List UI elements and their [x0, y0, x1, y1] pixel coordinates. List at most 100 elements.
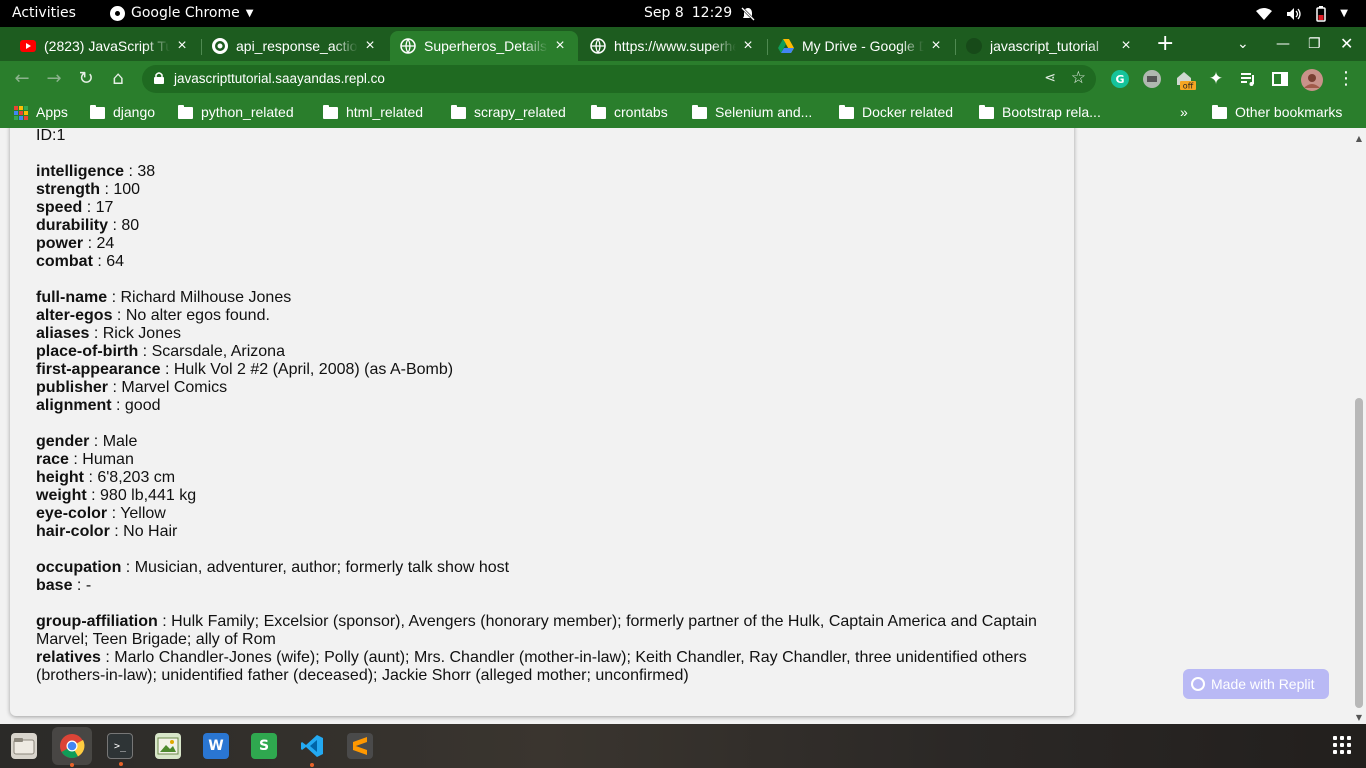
tab-javascript-tutorial[interactable]: javascript_tutorial × — [956, 31, 1144, 61]
home-icon[interactable]: ⌂ — [106, 67, 130, 91]
field-value: No Hair — [123, 523, 178, 540]
grammarly-icon[interactable]: G — [1110, 69, 1130, 89]
hero-id: ID:1 — [36, 128, 66, 144]
close-icon[interactable]: × — [174, 37, 190, 55]
close-icon[interactable]: × — [928, 37, 944, 55]
address-bar[interactable]: javascripttutorial.saayandas.repl.co ⋖ ☆ — [142, 65, 1096, 93]
bookmark-folder-docker-related[interactable]: Docker related — [839, 97, 953, 128]
bookmark-folder-html-related[interactable]: html_related — [323, 97, 423, 128]
field-relatives: relatives : Marlo Chandler-Jones (wife);… — [36, 649, 1056, 685]
bookmark-label: Selenium and... — [715, 104, 813, 120]
tab-title: https://www.superheroapi.com — [614, 38, 736, 54]
side-panel-icon[interactable] — [1270, 69, 1290, 89]
close-window-icon[interactable]: ✕ — [1340, 31, 1353, 57]
chrome-icon — [110, 6, 125, 21]
field-key: hair-color — [36, 523, 110, 540]
scroll-up-arrow-icon[interactable]: ▲ — [1352, 134, 1366, 143]
lock-icon[interactable] — [154, 72, 164, 84]
svg-text:off: off — [1183, 82, 1194, 91]
field-value: Richard Milhouse Jones — [120, 289, 292, 306]
spreadsheet-icon[interactable]: S — [251, 733, 277, 759]
bookmark-label: Bootstrap rela... — [1002, 104, 1101, 120]
bookmark-folder-bootstrap[interactable]: Bootstrap rela... — [979, 97, 1101, 128]
tab-google-drive[interactable]: My Drive - Google Drive × — [768, 31, 954, 61]
sublime-icon[interactable] — [347, 733, 373, 759]
clock[interactable]: Sep 8 12:29 — [644, 0, 756, 27]
close-icon[interactable]: × — [552, 37, 568, 55]
tab-superheros-details[interactable]: Superheros_Details × — [390, 31, 578, 61]
app-menu[interactable]: Google Chrome ▼ — [110, 0, 253, 27]
terminal-icon[interactable]: >_ — [107, 733, 133, 766]
tab-search-chevron-icon[interactable]: ⌄ — [1237, 31, 1249, 57]
field-separator: : — [72, 577, 86, 594]
tab-superheroapi[interactable]: https://www.superheroapi.com × — [580, 31, 766, 61]
system-tray[interactable]: ▼ — [1256, 0, 1348, 27]
clock-date: Sep 8 — [644, 5, 684, 21]
tab-api-response[interactable]: api_response_actions × — [202, 31, 388, 61]
bookmark-apps[interactable]: Apps — [14, 97, 68, 128]
field-value: Male — [102, 433, 138, 450]
activities-button[interactable]: Activities — [12, 0, 76, 27]
drive-icon — [778, 38, 794, 54]
field-key: full-name — [36, 289, 108, 306]
page-scrollbar[interactable]: ▲ ▼ — [1352, 128, 1366, 724]
field-separator: : — [109, 523, 124, 540]
bookmark-star-icon[interactable]: ☆ — [1071, 68, 1086, 88]
close-icon[interactable]: × — [362, 37, 378, 55]
field-strength: strength : 100 — [36, 181, 1056, 199]
bookmark-folder-python-related[interactable]: python_related — [178, 97, 294, 128]
media-controls-icon[interactable] — [1238, 69, 1258, 89]
close-icon[interactable]: × — [1118, 37, 1134, 55]
bookmarks-bar: Apps django python_related html_related … — [0, 97, 1366, 128]
extension-off-icon[interactable]: off — [1174, 69, 1196, 91]
field-separator: : — [112, 307, 126, 324]
chrome-icon[interactable] — [59, 733, 85, 767]
caret-down-icon: ▼ — [1340, 8, 1348, 19]
extension-icon[interactable] — [1142, 69, 1162, 89]
bookmark-folder-other[interactable]: Other bookmarks — [1212, 97, 1342, 128]
bookmark-folder-django[interactable]: django — [90, 97, 155, 128]
field-publisher: publisher : Marvel Comics — [36, 379, 1056, 397]
image-viewer-icon[interactable] — [155, 733, 181, 759]
folder-icon — [451, 104, 466, 119]
maximize-icon[interactable]: ❐ — [1308, 31, 1321, 57]
bookmark-folder-selenium[interactable]: Selenium and... — [692, 97, 812, 128]
forward-icon[interactable]: → — [42, 67, 66, 91]
files-icon[interactable] — [11, 733, 37, 759]
show-applications-icon[interactable] — [1333, 736, 1351, 754]
hero-details-card: ID:1 intelligence : 38 strength : 100 spee… — [10, 128, 1074, 716]
url-text: javascripttutorial.saayandas.repl.co — [174, 71, 385, 86]
writer-icon[interactable]: W — [203, 733, 229, 759]
clock-time: 12:29 — [691, 5, 733, 21]
bookmark-folder-scrapy-related[interactable]: scrapy_related — [451, 97, 566, 128]
kebab-menu-icon[interactable]: ⋮ — [1336, 69, 1356, 89]
extensions-puzzle-icon[interactable]: ✦ — [1206, 69, 1226, 89]
minimize-icon[interactable]: — — [1276, 31, 1290, 57]
scrollbar-thumb[interactable] — [1355, 398, 1363, 708]
field-value: 17 — [95, 199, 114, 216]
field-separator: : — [86, 487, 101, 504]
bookmarks-overflow-chevron[interactable]: » — [1180, 97, 1188, 128]
bookmark-label: crontabs — [614, 104, 668, 120]
field-separator: : — [157, 613, 172, 630]
share-icon[interactable]: ⋖ — [1044, 70, 1056, 86]
appearance-section: gender : Male race : Human height : 6'8,20… — [36, 433, 1056, 541]
field-separator: : — [89, 433, 103, 450]
field-weight: weight : 980 lb,441 kg — [36, 487, 1056, 505]
close-icon[interactable]: × — [740, 37, 756, 55]
field-value: good — [124, 397, 161, 414]
field-separator: : — [92, 253, 107, 270]
profile-avatar[interactable] — [1301, 69, 1323, 91]
field-separator: : — [108, 379, 122, 396]
bookmark-label: Apps — [36, 104, 68, 120]
bookmark-folder-crontabs[interactable]: crontabs — [591, 97, 668, 128]
tab-youtube[interactable]: (2823) JavaScript Tutorial × — [10, 31, 200, 61]
scroll-down-arrow-icon[interactable]: ▼ — [1352, 713, 1366, 722]
new-tab-button[interactable]: + — [1156, 31, 1174, 57]
folder-icon — [839, 104, 854, 119]
made-with-replit-badge[interactable]: Made with Replit — [1183, 669, 1329, 699]
field-value: Musician, adventurer, author; formerly t… — [134, 559, 510, 576]
vscode-icon[interactable] — [299, 733, 325, 767]
reload-icon[interactable]: ↻ — [74, 67, 98, 91]
back-icon[interactable]: ← — [10, 67, 34, 91]
